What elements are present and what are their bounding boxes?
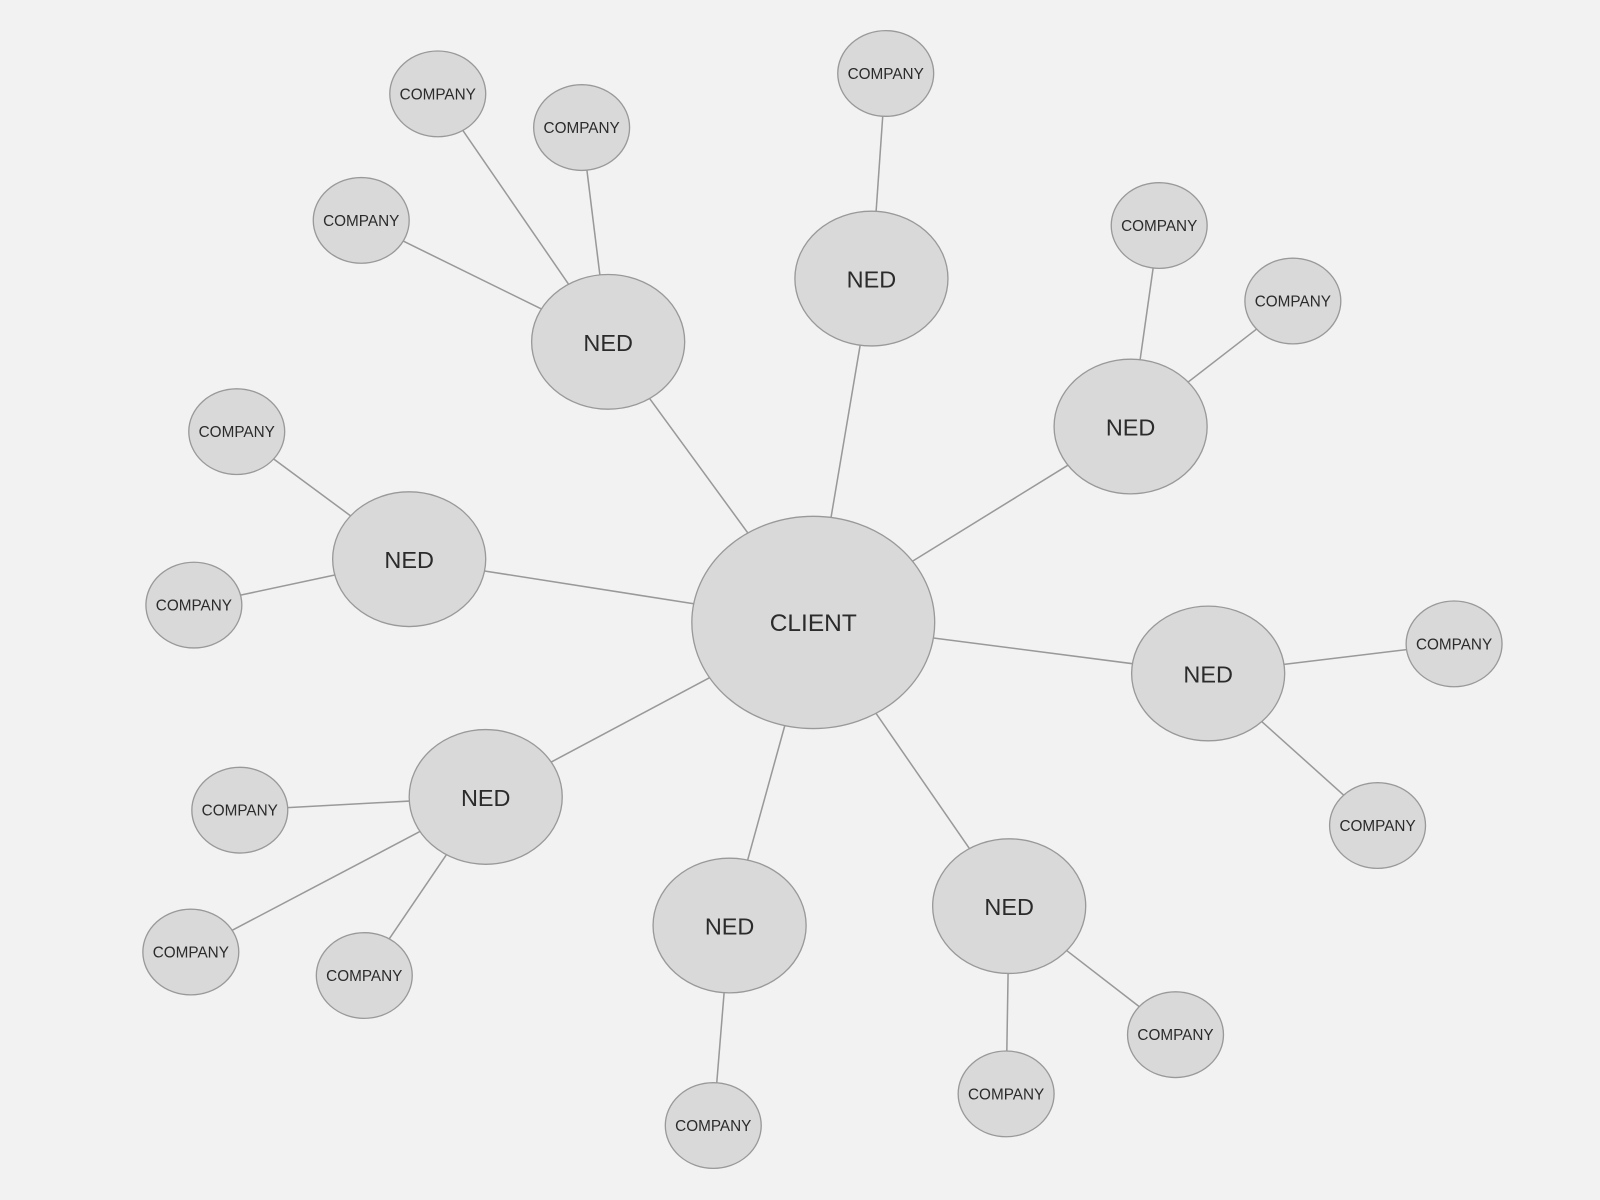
edge-client-ned-1	[830, 345, 861, 518]
edge-client-ned-6	[550, 677, 710, 763]
edge-ned-2-company-0	[1139, 267, 1154, 360]
client-node[interactable]: CLIENT	[691, 515, 936, 730]
ned-node[interactable]: NED	[1053, 358, 1208, 495]
ned-node-label: NED	[1183, 661, 1233, 687]
company-node-label: COMPANY	[544, 120, 620, 137]
ned-node-label: NED	[461, 785, 511, 811]
edge-client-ned-3	[933, 637, 1133, 665]
edge-client-ned-4	[875, 712, 971, 850]
company-node[interactable]: COMPANY	[191, 766, 289, 854]
ned-node[interactable]: NED	[931, 838, 1087, 975]
edge-ned-3-company-0	[1283, 648, 1407, 666]
company-node[interactable]: COMPANY	[389, 50, 487, 138]
company-node-label: COMPANY	[1339, 818, 1415, 835]
edge-client-ned-0	[648, 398, 749, 534]
company-node[interactable]: COMPANY	[1328, 781, 1427, 870]
ned-node-label: NED	[705, 914, 755, 940]
ned-node[interactable]: NED	[331, 491, 487, 628]
company-node-label: COMPANY	[156, 598, 232, 615]
ned-node-label: NED	[384, 547, 434, 573]
ned-node[interactable]: NED	[794, 210, 949, 347]
company-node-label: COMPANY	[153, 945, 229, 962]
ned-node-label: NED	[583, 330, 633, 356]
ned-node[interactable]: NED	[530, 273, 686, 410]
company-node-label: COMPANY	[326, 968, 402, 985]
company-node[interactable]: COMPANY	[957, 1050, 1055, 1138]
company-node[interactable]: COMPANY	[315, 931, 413, 1020]
company-node-label: COMPANY	[1255, 294, 1331, 311]
edge-ned-4-company-1	[1006, 973, 1009, 1052]
edge-ned-3-company-1	[1261, 720, 1345, 796]
edge-ned-7-company-0	[273, 458, 352, 517]
edge-ned-6-company-2	[388, 854, 448, 940]
ned-node-label: NED	[984, 894, 1034, 920]
edge-client-ned-2	[912, 464, 1069, 562]
ned-node-label: NED	[1106, 415, 1156, 441]
company-node-label: COMPANY	[199, 424, 275, 441]
company-node-label: COMPANY	[848, 66, 924, 83]
company-node[interactable]: COMPANY	[188, 388, 286, 476]
edge-ned-1-company-0	[875, 116, 884, 212]
edge-client-ned-5	[746, 725, 786, 861]
company-node[interactable]: COMPANY	[142, 908, 240, 996]
company-node-label: COMPANY	[1137, 1027, 1213, 1044]
company-node-label: COMPANY	[323, 213, 399, 230]
company-node[interactable]: COMPANY	[1244, 257, 1342, 345]
edge-ned-4-company-0	[1066, 949, 1140, 1008]
company-node-label: COMPANY	[400, 86, 476, 103]
edge-ned-5-company-0	[715, 992, 725, 1083]
client-node-label: CLIENT	[770, 610, 857, 637]
company-node[interactable]: COMPANY	[1405, 600, 1503, 688]
company-node-label: COMPANY	[968, 1086, 1044, 1103]
network-diagram: COMPANY COMPANY COMPANY NED COMPANY NED COMPAN…	[142, 29, 1503, 1170]
edge-ned-7-company-1	[240, 574, 335, 596]
company-node[interactable]: COMPANY	[312, 176, 410, 264]
ned-node[interactable]: NED	[652, 857, 807, 994]
edge-ned-0-company-2	[402, 240, 542, 310]
edge-ned-6-company-0	[287, 800, 410, 809]
company-node[interactable]: COMPANY	[837, 29, 935, 117]
edge-ned-2-company-1	[1187, 328, 1258, 383]
company-node[interactable]: COMPANY	[533, 84, 631, 172]
company-node[interactable]: COMPANY	[1110, 181, 1208, 270]
company-node-label: COMPANY	[202, 803, 278, 820]
ned-node[interactable]: NED	[1130, 605, 1286, 742]
edge-ned-0-company-1	[586, 170, 601, 275]
company-node-label: COMPANY	[1121, 218, 1197, 235]
company-node[interactable]: COMPANY	[664, 1081, 762, 1170]
ned-node[interactable]: NED	[408, 728, 563, 865]
ned-node-label: NED	[847, 267, 897, 293]
company-node-label: COMPANY	[1416, 636, 1492, 653]
company-node[interactable]: COMPANY	[1126, 991, 1225, 1079]
company-node-label: COMPANY	[675, 1118, 751, 1135]
company-node[interactable]: COMPANY	[145, 561, 243, 649]
edge-client-ned-7	[484, 570, 694, 605]
